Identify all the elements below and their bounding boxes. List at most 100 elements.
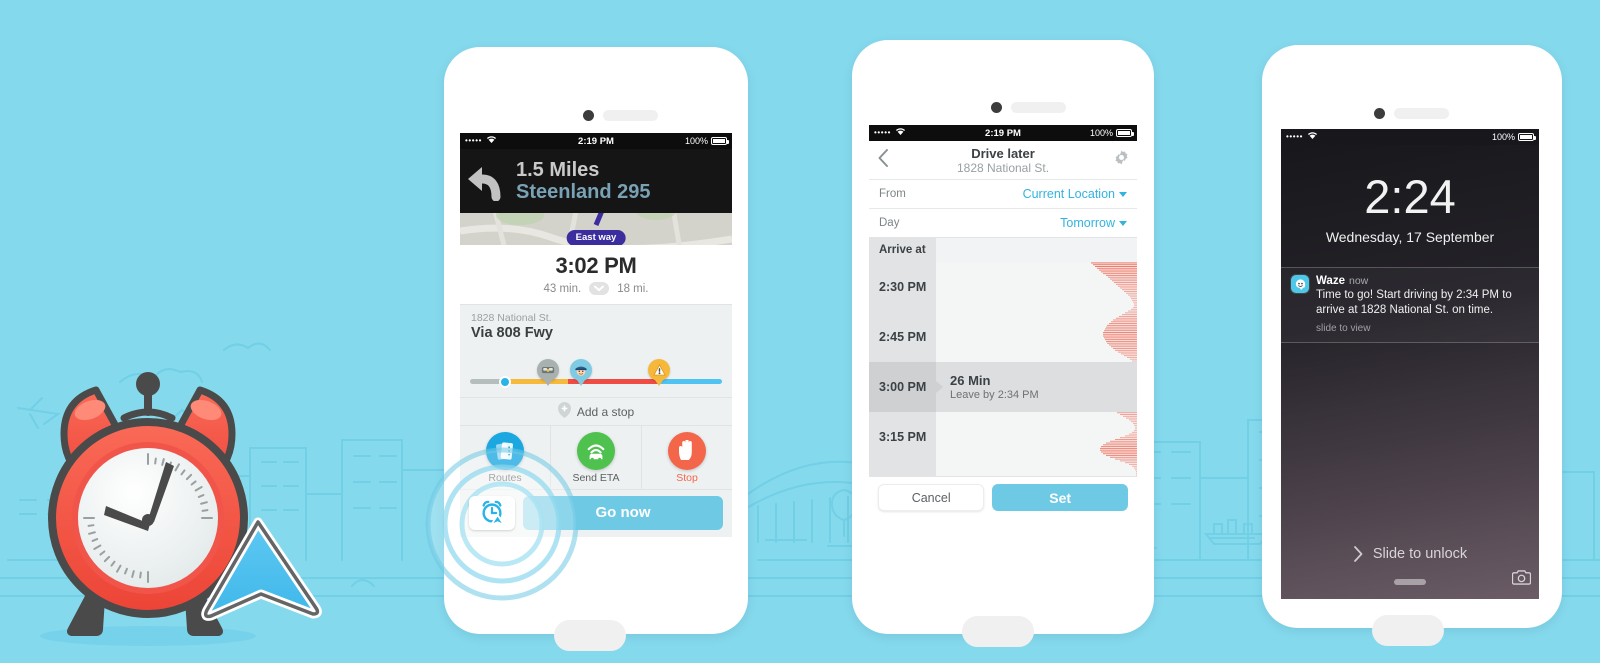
earpiece-speaker <box>1394 108 1449 119</box>
earpiece-speaker <box>1011 102 1066 113</box>
from-row[interactable]: From Current Location <box>869 179 1137 208</box>
route-segment <box>658 379 722 384</box>
drive-later-header: Drive later 1828 National St. <box>869 141 1137 179</box>
hazard-warning-icon[interactable] <box>648 359 670 386</box>
from-label: From <box>879 188 906 200</box>
action-buttons-row: Routes Send ETA Stop <box>460 425 732 489</box>
slide-to-unlock[interactable]: Slide to unlock <box>1281 545 1539 563</box>
notification-banner[interactable]: Waze now Time to go! Start driving by 2:3… <box>1281 267 1539 344</box>
arrive-at-header: Arrive at <box>869 237 1137 262</box>
slide-to-unlock-label: Slide to unlock <box>1372 546 1468 562</box>
routes-button[interactable]: Routes <box>460 426 550 489</box>
front-camera-dot <box>991 102 1002 113</box>
navigation-instruction-bar: 1.5 Miles Steenland 295 <box>460 149 732 213</box>
lock-time: 2:24 <box>1364 170 1456 223</box>
route-segment <box>505 379 569 384</box>
status-bar: ••••• 2:19 PM 100% <box>869 125 1137 141</box>
map-strip[interactable]: East way <box>460 213 732 245</box>
chevron-down-icon[interactable] <box>589 282 610 295</box>
status-bar: ••••• 100% <box>1281 129 1539 145</box>
arrival-times-list[interactable]: 2:30 PM 2:45 PM 3:00 PM 26 Min Leave by … <box>869 262 1137 476</box>
drive-later-alarm-icon <box>482 500 505 526</box>
header-titles: Drive later 1828 National St. <box>869 146 1137 175</box>
chevron-right-icon <box>1353 546 1363 562</box>
lock-screen-wallpaper: 2:24 Wednesday, 17 September Waze now Tim… <box>1281 145 1539 599</box>
day-value[interactable]: Tomorrow <box>1060 216 1127 230</box>
camera-icon[interactable] <box>1511 570 1532 590</box>
route-position-knob[interactable] <box>499 375 512 388</box>
notification-time: now <box>1348 275 1369 287</box>
battery-icon <box>711 137 729 145</box>
front-camera-dot <box>583 110 594 121</box>
stop-hand-icon <box>668 431 706 470</box>
earpiece-speaker <box>603 110 658 121</box>
front-camera-dot <box>1374 108 1385 119</box>
gear-icon[interactable] <box>1114 150 1129 170</box>
battery-percent: 100% <box>684 136 708 146</box>
eta-panel: 3:02 PM 43 min. 18 mi. <box>460 245 732 304</box>
police-icon[interactable] <box>569 359 592 386</box>
pin-tail <box>544 380 553 386</box>
eta-duration: 43 min. <box>543 282 582 295</box>
turn-left-icon <box>468 167 501 201</box>
stop-button[interactable]: Stop <box>641 426 732 489</box>
set-button[interactable]: Set <box>992 484 1128 511</box>
drive-later-button[interactable] <box>469 495 515 530</box>
add-stop-pin-icon <box>557 402 571 421</box>
arrive-at-label: Arrive at <box>869 238 936 262</box>
cancel-button[interactable]: Cancel <box>878 484 985 511</box>
route-name-pill[interactable]: East way <box>566 230 626 245</box>
waze-icon <box>1291 275 1309 293</box>
time-label: 2:45 PM <box>869 312 936 362</box>
time-label: 3:30 PM <box>869 462 936 476</box>
leave-by: Leave by 2:34 PM <box>950 389 1039 401</box>
drag-handle[interactable] <box>1394 579 1426 585</box>
time-slot-selected[interactable]: 3:00 PM 26 Min Leave by 2:34 PM <box>869 362 1137 412</box>
battery-percent: 100% <box>1089 128 1113 138</box>
day-label: Day <box>879 217 900 229</box>
send-eta-label: Send ETA <box>572 471 620 484</box>
home-button[interactable] <box>1372 615 1444 646</box>
page-subtitle: 1828 National St. <box>956 160 1050 175</box>
route-progress-bar[interactable] <box>460 347 732 397</box>
wifi-icon <box>1307 131 1318 143</box>
time-label: 3:00 PM <box>869 362 936 412</box>
day-row[interactable]: Day Tomorrow <box>869 208 1137 237</box>
from-value[interactable]: Current Location <box>1023 187 1127 201</box>
time-label: 3:15 PM <box>869 412 936 462</box>
notification-body: Time to go! Start driving by 2:34 PM to … <box>1316 289 1512 317</box>
stop-label: Stop <box>676 471 698 484</box>
notification-app: Waze now <box>1316 275 1529 287</box>
routes-label: Routes <box>488 471 522 484</box>
traffic-jam-icon[interactable] <box>537 359 560 386</box>
time-slot[interactable]: 2:45 PM <box>869 312 1137 362</box>
home-button[interactable] <box>962 616 1034 647</box>
home-button[interactable] <box>554 620 626 651</box>
pin-tail <box>576 380 585 386</box>
phone-drive-later-screen: ••••• 2:19 PM 100% Drive later 1828 Nati… <box>852 40 1154 647</box>
send-eta-button[interactable]: Send ETA <box>550 426 641 489</box>
nav-street: Steenland 295 <box>516 181 651 203</box>
phone2-screen: ••••• 2:19 PM 100% Drive later 1828 Nati… <box>869 125 1137 597</box>
pin-tail <box>655 380 663 386</box>
destination-via: Via 808 Fwy <box>471 325 553 341</box>
time-label: 2:30 PM <box>869 262 936 312</box>
time-slot[interactable]: 3:30 PM <box>869 462 1137 476</box>
go-now-button[interactable]: Go now <box>523 495 723 530</box>
routes-cards-icon <box>486 431 524 470</box>
from-value-text: Current Location <box>1022 187 1115 201</box>
add-stop-label: Add a stop <box>576 404 635 419</box>
nav-distance: 1.5 Miles <box>516 158 600 181</box>
caret-down-icon <box>1119 220 1127 226</box>
selected-detail: 26 Min Leave by 2:34 PM <box>936 373 1039 401</box>
notification-app-name: Waze <box>1316 275 1345 287</box>
status-bar: ••••• 2:19 PM 100% <box>460 133 732 149</box>
time-slot[interactable]: 3:15 PM <box>869 412 1137 462</box>
add-stop-row[interactable]: Add a stop <box>460 397 732 425</box>
destination-panel[interactable]: 1828 National St. Via 808 Fwy <box>460 304 732 347</box>
time-slot[interactable]: 2:30 PM <box>869 262 1137 312</box>
phone3-screen: ••••• 100% 2:24 Wednesday, 17 September <box>1281 129 1539 599</box>
eta-time: 3:02 PM <box>555 253 637 278</box>
day-value-text: Tomorrow <box>1060 216 1115 230</box>
send-eta-car-icon <box>577 431 615 470</box>
